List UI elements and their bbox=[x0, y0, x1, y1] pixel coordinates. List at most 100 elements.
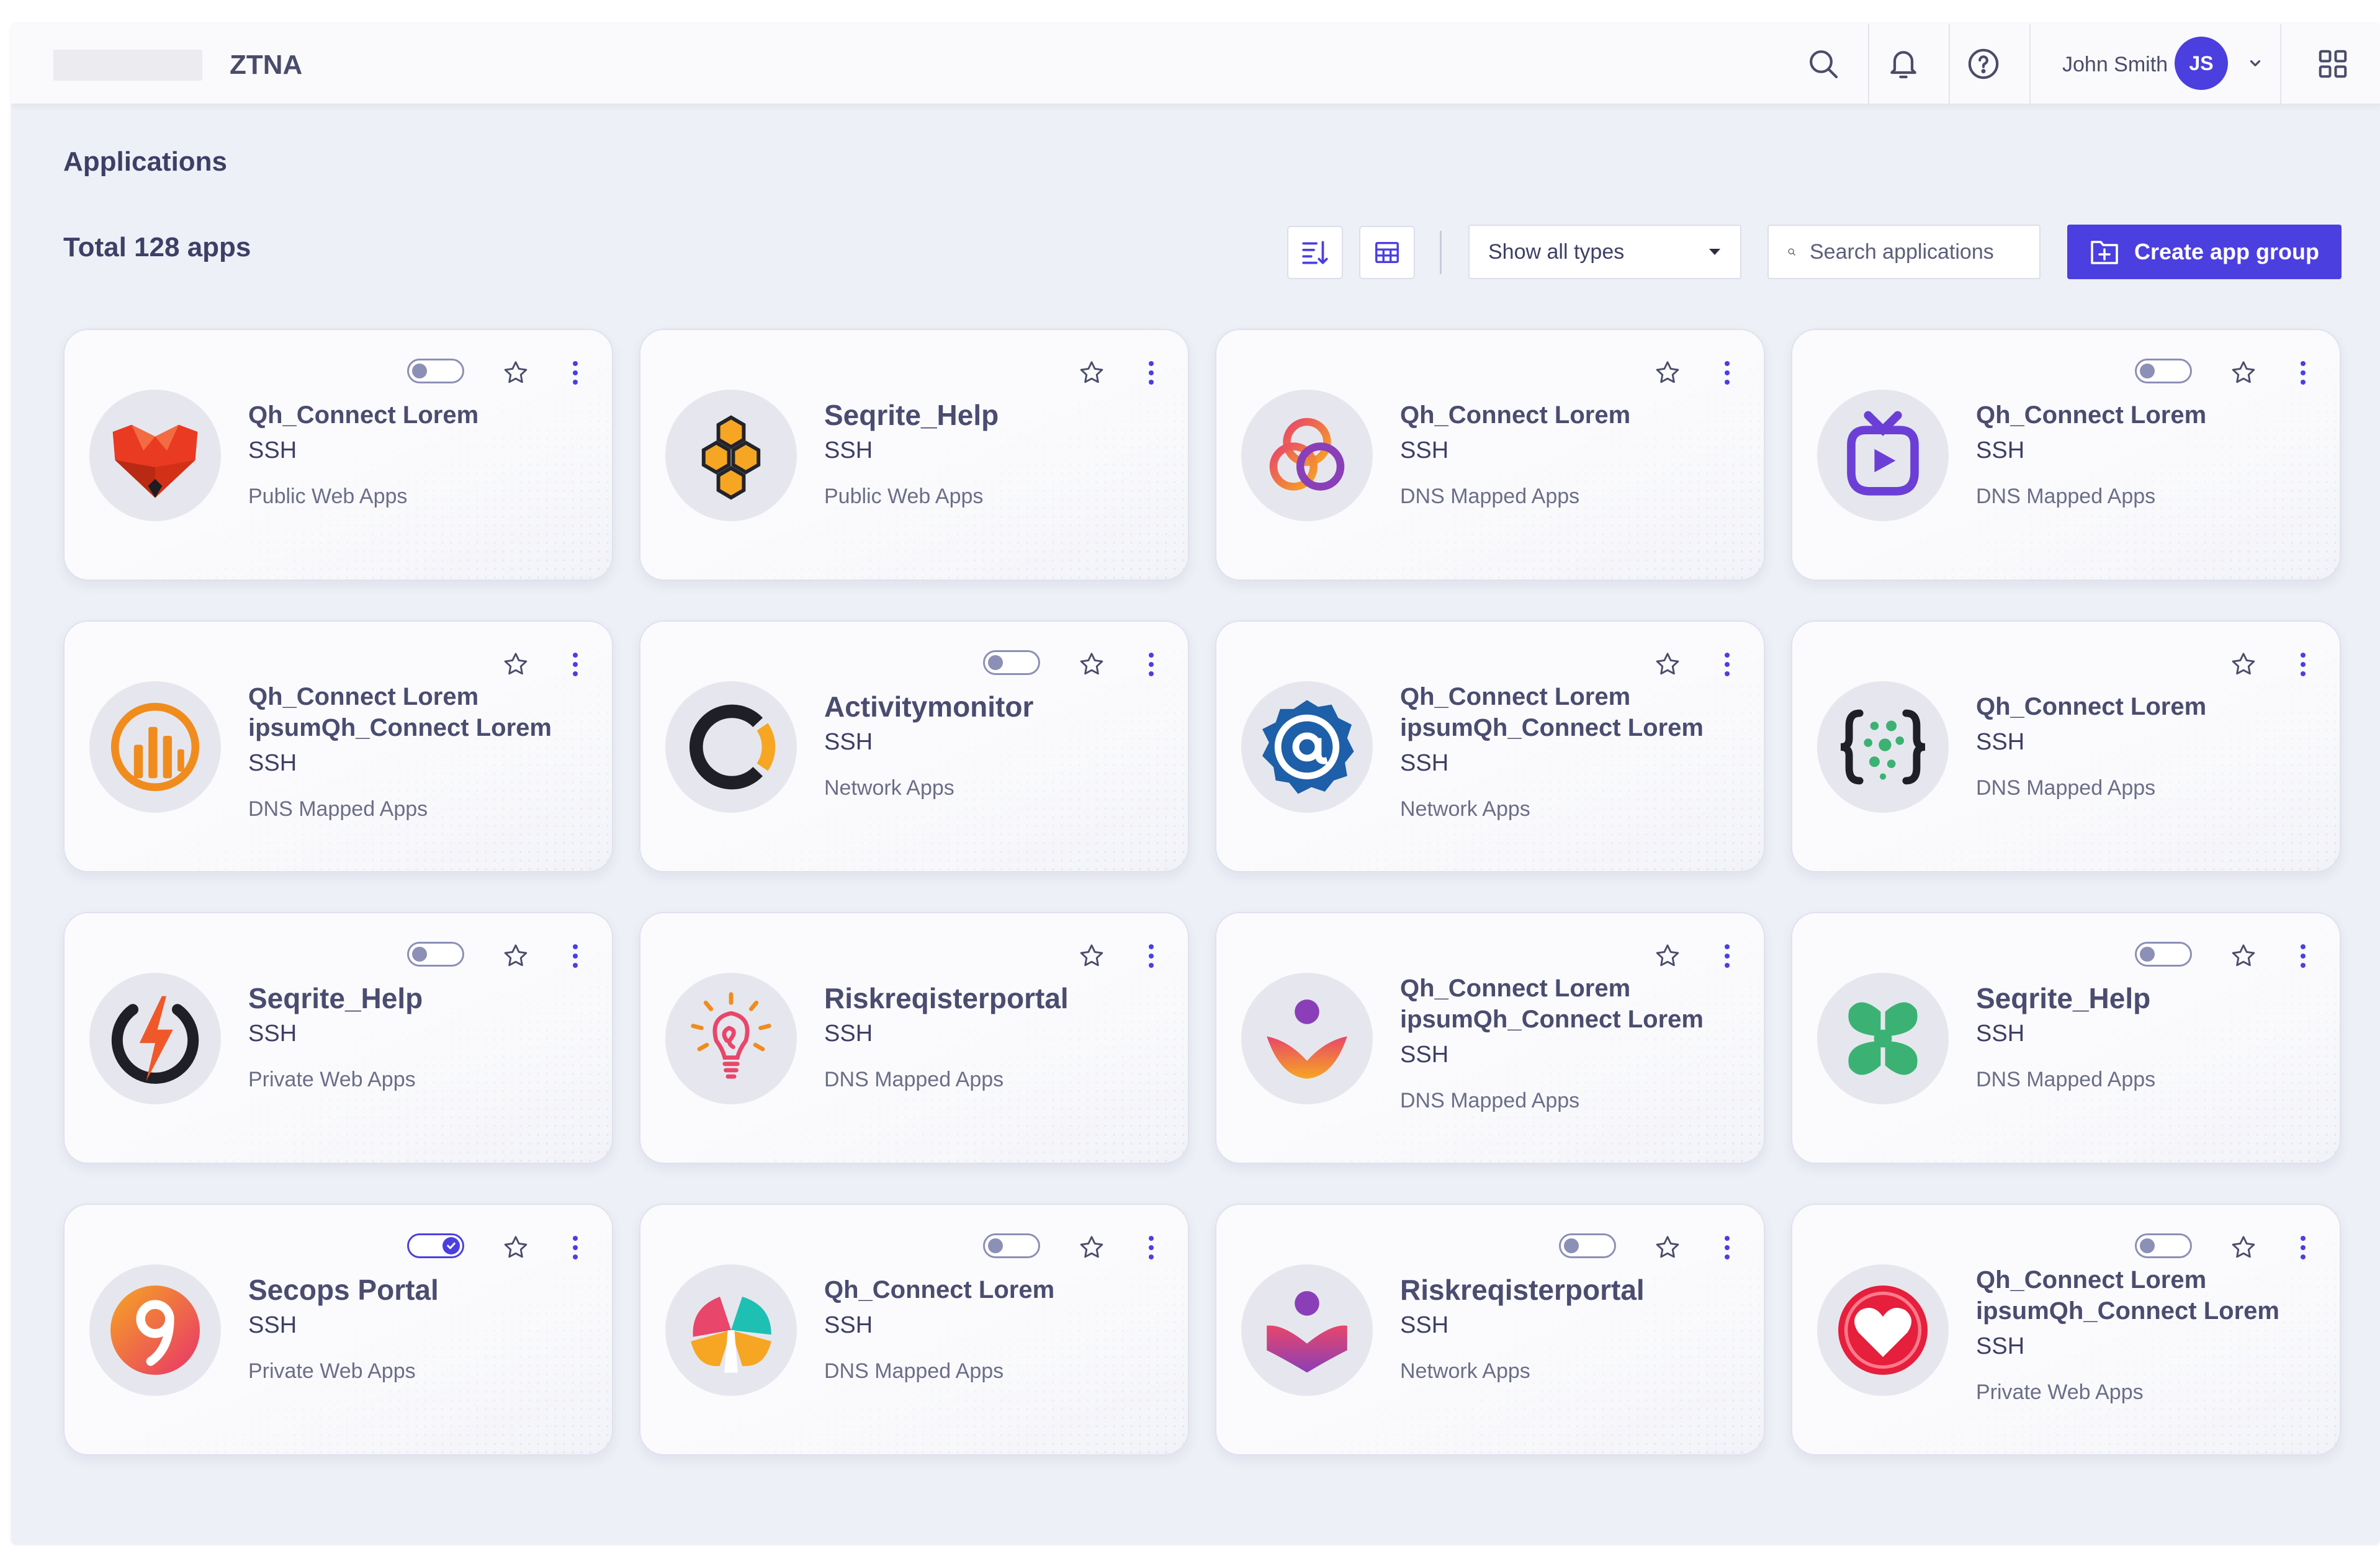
star-icon[interactable] bbox=[1076, 357, 1107, 388]
app-name[interactable]: Qh_Connect Lorem ipsumQh_Connect Lorem bbox=[1400, 973, 1739, 1035]
triquetra-logo-icon bbox=[1241, 390, 1373, 521]
more-options-icon[interactable] bbox=[566, 1232, 585, 1263]
star-icon[interactable] bbox=[500, 357, 531, 388]
app-info: Seqrite_Help SSH DNS Mapped Apps bbox=[1976, 983, 2315, 1093]
star-icon[interactable] bbox=[1652, 941, 1683, 972]
app-name[interactable]: Riskreqisterportal bbox=[824, 983, 1163, 1014]
app-enable-toggle[interactable] bbox=[407, 942, 464, 967]
app-name[interactable]: Seqrite_Help bbox=[248, 983, 587, 1014]
sort-button[interactable] bbox=[1287, 226, 1343, 279]
app-name[interactable]: Qh_Connect Lorem bbox=[1976, 691, 2315, 722]
star-icon[interactable] bbox=[1652, 649, 1683, 680]
more-options-icon[interactable] bbox=[1718, 941, 1736, 972]
app-enable-toggle[interactable] bbox=[407, 1233, 464, 1258]
app-enable-toggle[interactable] bbox=[2135, 1233, 2192, 1258]
app-grid-icon[interactable] bbox=[2311, 42, 2355, 86]
bell-icon[interactable] bbox=[1882, 42, 1925, 86]
brand-logo[interactable] bbox=[53, 50, 202, 81]
help-icon[interactable] bbox=[1962, 42, 2005, 86]
app-card[interactable]: Seqrite_Help SSH DNS Mapped Apps bbox=[1791, 912, 2341, 1164]
check-icon bbox=[447, 1242, 456, 1250]
star-icon[interactable] bbox=[1076, 941, 1107, 972]
app-card[interactable]: Qh_Connect Lorem ipsumQh_Connect Lorem SS… bbox=[63, 620, 613, 872]
nine-logo-icon bbox=[89, 1264, 221, 1396]
app-name[interactable]: Secops Portal bbox=[248, 1274, 587, 1305]
app-category: Network Apps bbox=[1400, 1359, 1530, 1383]
more-options-icon[interactable] bbox=[1142, 357, 1161, 388]
more-options-icon[interactable] bbox=[1718, 1232, 1736, 1263]
app-name[interactable]: Qh_Connect Lorem ipsumQh_Connect Lorem bbox=[1400, 681, 1739, 743]
app-card[interactable]: Qh_Connect Lorem ipsumQh_Connect Lorem SS… bbox=[1215, 912, 1765, 1164]
more-options-icon[interactable] bbox=[566, 941, 585, 972]
app-card[interactable]: Riskreqisterportal SSH DNS Mapped Apps bbox=[639, 912, 1189, 1164]
lotus-person-logo-icon bbox=[1241, 973, 1373, 1104]
app-enable-toggle[interactable] bbox=[407, 359, 464, 383]
more-options-icon[interactable] bbox=[2294, 941, 2312, 972]
app-card[interactable]: Activitymonitor SSH Network Apps bbox=[639, 620, 1189, 872]
user-name[interactable]: John Smith bbox=[2062, 51, 2168, 78]
star-icon[interactable] bbox=[1652, 357, 1683, 388]
app-protocol: SSH bbox=[248, 1021, 297, 1047]
star-icon[interactable] bbox=[500, 649, 531, 680]
more-options-icon[interactable] bbox=[1142, 1232, 1161, 1263]
type-filter-select[interactable]: Show all types bbox=[1468, 225, 1741, 279]
app-name[interactable]: Qh_Connect Lorem ipsumQh_Connect Lorem bbox=[1976, 1264, 2315, 1326]
app-name[interactable]: Qh_Connect Lorem bbox=[248, 400, 587, 431]
star-icon[interactable] bbox=[500, 941, 531, 972]
create-app-group-button[interactable]: Create app group bbox=[2067, 225, 2342, 279]
app-category: DNS Mapped Apps bbox=[1976, 1068, 2156, 1091]
app-info: Qh_Connect Lorem SSH DNS Mapped Apps bbox=[1976, 691, 2315, 802]
more-options-icon[interactable] bbox=[566, 649, 585, 680]
app-card[interactable]: Qh_Connect Lorem ipsumQh_Connect Lorem SS… bbox=[1791, 1204, 2341, 1455]
toggle-knob bbox=[988, 1238, 1003, 1253]
app-name[interactable]: Seqrite_Help bbox=[824, 400, 1163, 431]
search-input[interactable] bbox=[1810, 239, 2021, 264]
app-card[interactable]: Qh_Connect Lorem ipsumQh_Connect Lorem SS… bbox=[1215, 620, 1765, 872]
app-card[interactable]: Secops Portal SSH Private Web Apps bbox=[63, 1204, 613, 1455]
star-icon[interactable] bbox=[2228, 941, 2259, 972]
more-options-icon[interactable] bbox=[2294, 1232, 2312, 1263]
app-name[interactable]: Qh_Connect Lorem bbox=[1400, 400, 1739, 431]
app-enable-toggle[interactable] bbox=[983, 650, 1040, 675]
app-enable-toggle[interactable] bbox=[2135, 942, 2192, 967]
app-card[interactable]: Qh_Connect Lorem SSH DNS Mapped Apps bbox=[639, 1204, 1189, 1455]
app-protocol: SSH bbox=[1400, 750, 1449, 776]
chevron-down-icon[interactable] bbox=[2243, 51, 2268, 76]
app-card[interactable]: Riskreqisterportal SSH Network Apps bbox=[1215, 1204, 1765, 1455]
app-name[interactable]: Qh_Connect Lorem bbox=[824, 1274, 1163, 1305]
avatar[interactable]: JS bbox=[2175, 37, 2228, 90]
app-name[interactable]: Activitymonitor bbox=[824, 691, 1163, 722]
more-options-icon[interactable] bbox=[2294, 649, 2312, 680]
app-name[interactable]: Riskreqisterportal bbox=[1400, 1274, 1739, 1305]
more-options-icon[interactable] bbox=[1718, 357, 1736, 388]
star-icon[interactable] bbox=[2228, 357, 2259, 388]
app-protocol: SSH bbox=[1976, 1021, 2025, 1047]
search-box[interactable] bbox=[1767, 225, 2041, 279]
star-icon[interactable] bbox=[2228, 1232, 2259, 1263]
app-card[interactable]: Qh_Connect Lorem SSH DNS Mapped Apps bbox=[1215, 329, 1765, 581]
more-options-icon[interactable] bbox=[2294, 357, 2312, 388]
star-icon[interactable] bbox=[2228, 649, 2259, 680]
app-protocol: SSH bbox=[1976, 1333, 2025, 1359]
more-options-icon[interactable] bbox=[566, 357, 585, 388]
star-icon[interactable] bbox=[500, 1232, 531, 1263]
more-options-icon[interactable] bbox=[1142, 941, 1161, 972]
app-card[interactable]: Qh_Connect Lorem SSH DNS Mapped Apps bbox=[1791, 620, 2341, 872]
app-enable-toggle[interactable] bbox=[1559, 1233, 1616, 1258]
table-view-button[interactable] bbox=[1359, 226, 1415, 279]
star-icon[interactable] bbox=[1076, 649, 1107, 680]
more-options-icon[interactable] bbox=[1142, 649, 1161, 680]
star-icon[interactable] bbox=[1076, 1232, 1107, 1263]
app-enable-toggle[interactable] bbox=[2135, 359, 2192, 383]
app-card[interactable]: Qh_Connect Lorem SSH Public Web Apps bbox=[63, 329, 613, 581]
app-enable-toggle[interactable] bbox=[983, 1233, 1040, 1258]
star-icon[interactable] bbox=[1652, 1232, 1683, 1263]
app-card[interactable]: Qh_Connect Lorem SSH DNS Mapped Apps bbox=[1791, 329, 2341, 581]
search-icon[interactable] bbox=[1802, 42, 1845, 86]
app-name[interactable]: Seqrite_Help bbox=[1976, 983, 2315, 1014]
app-card[interactable]: Seqrite_Help SSH Public Web Apps bbox=[639, 329, 1189, 581]
app-name[interactable]: Qh_Connect Lorem ipsumQh_Connect Lorem bbox=[248, 681, 587, 743]
app-name[interactable]: Qh_Connect Lorem bbox=[1976, 400, 2315, 431]
app-card[interactable]: Seqrite_Help SSH Private Web Apps bbox=[63, 912, 613, 1164]
more-options-icon[interactable] bbox=[1718, 649, 1736, 680]
